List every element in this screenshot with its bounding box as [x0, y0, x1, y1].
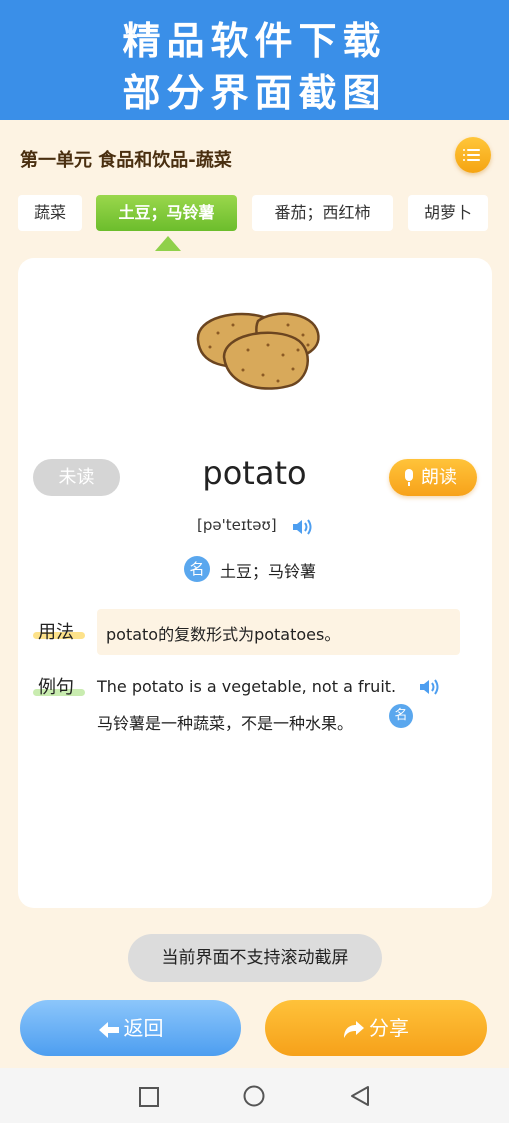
unit-title: 第一单元 食品和饮品-蔬菜	[20, 150, 232, 171]
tab-carrot[interactable]: 胡萝卜	[408, 195, 488, 231]
share-arrow-icon	[344, 1020, 364, 1038]
back-label: 返回	[123, 1016, 164, 1040]
promo-banner: 精品软件下载 部分界面截图	[0, 0, 509, 120]
recent-apps-icon[interactable]	[139, 1087, 159, 1107]
example-chinese: 马铃薯是一种蔬菜，不是一种水果。	[97, 714, 354, 733]
banner-line-2: 部分界面截图	[122, 71, 387, 115]
example-pos-badge: 名	[389, 704, 413, 728]
system-navigation-bar	[0, 1068, 509, 1123]
usage-text: potato的复数形式为potatoes。	[106, 625, 341, 644]
list-icon	[463, 149, 480, 151]
potato-illustration	[196, 312, 320, 390]
example-label: 例句	[38, 677, 74, 698]
toast-message: 当前界面不支持滚动截屏	[128, 934, 382, 982]
part-of-speech-badge: 名	[184, 556, 210, 582]
speaker-icon[interactable]	[291, 517, 313, 537]
tab-tomato[interactable]: 番茄；西红柿	[252, 195, 393, 231]
word-meaning: 土豆；马铃薯	[220, 562, 317, 581]
read-aloud-button[interactable]: 朗读	[389, 459, 477, 496]
active-tab-pointer	[155, 236, 181, 251]
read-aloud-label: 朗读	[421, 467, 457, 488]
tab-potato[interactable]: 土豆；马铃薯	[96, 195, 237, 231]
usage-label: 用法	[38, 622, 74, 643]
banner-line-1: 精品软件下载	[122, 19, 387, 63]
phonetic-text: [pə'teɪtəʊ]	[197, 516, 277, 534]
microphone-icon	[405, 469, 413, 486]
home-icon[interactable]	[243, 1085, 265, 1107]
arrow-left-icon	[98, 1021, 119, 1038]
back-nav-icon[interactable]	[350, 1085, 370, 1107]
back-button[interactable]: 返回	[20, 1000, 241, 1056]
example-english: The potato is a vegetable, not a fruit.	[97, 677, 397, 696]
example-speaker-icon[interactable]	[418, 677, 440, 697]
menu-button[interactable]	[455, 137, 491, 173]
tab-vegetables[interactable]: 蔬菜	[18, 195, 82, 231]
share-label: 分享	[369, 1016, 409, 1040]
share-button[interactable]: 分享	[265, 1000, 487, 1056]
